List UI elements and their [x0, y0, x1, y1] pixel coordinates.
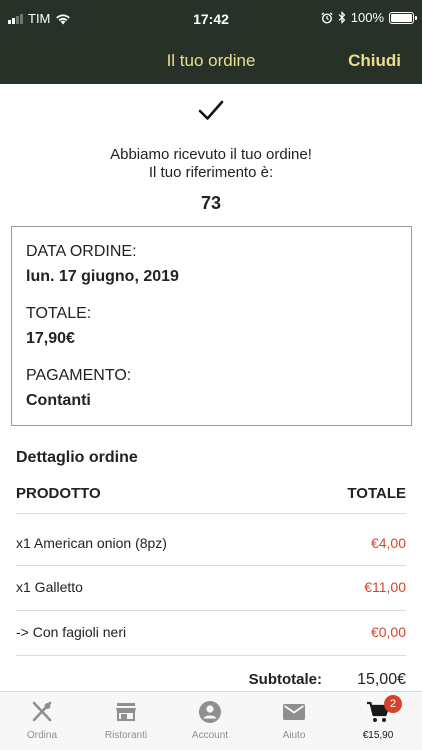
cart-badge: 2 [384, 695, 402, 713]
bluetooth-icon [338, 11, 346, 24]
column-header-total: TOTALE [347, 485, 406, 502]
battery-icon [389, 11, 417, 24]
order-total-value: 17,90€ [26, 330, 75, 347]
item-name: x1 American onion (8pz) [16, 535, 167, 551]
item-price: €4,00 [370, 535, 406, 551]
order-detail-title: Dettaglio ordine [16, 449, 138, 466]
column-header-product: PRODOTTO [16, 485, 101, 502]
app-header: TIM 17:42 100% Il tuo ordine Chiudi [0, 0, 422, 84]
tab-label: Aiuto [282, 730, 306, 741]
tab-bar: Ordina Ristoranti Account Aiuto 2 €15,90 [0, 691, 422, 750]
divider [16, 513, 406, 514]
subtotal-value: 15,00€ [357, 671, 406, 688]
order-item-row: x1 American onion (8pz) €4,00 [16, 535, 406, 555]
tab-label: Ristoranti [104, 730, 148, 741]
order-summary-box: DATA ORDINE: lun. 17 giugno, 2019 TOTALE… [11, 226, 412, 426]
divider [16, 565, 406, 566]
checkmark-icon [198, 100, 224, 120]
mail-icon [283, 704, 305, 720]
item-price: €11,00 [364, 579, 406, 595]
tab-label: €15,90 [362, 730, 394, 741]
order-date-value: lun. 17 giugno, 2019 [26, 268, 179, 285]
confirmation-message: Abbiamo ricevuto il tuo ordine! Il tuo r… [0, 146, 422, 182]
item-name: -> Con fagioli neri [16, 624, 127, 640]
order-item-row: x1 Galletto €11,00 [16, 579, 406, 599]
battery-percent: 100% [350, 10, 384, 25]
payment-label: PAGAMENTO: [26, 367, 132, 384]
order-total-label: TOTALE: [26, 305, 92, 322]
tab-aiuto[interactable]: Aiuto [252, 692, 336, 750]
cutlery-icon [32, 701, 52, 722]
divider [16, 655, 406, 656]
status-bar: TIM 17:42 100% [0, 0, 422, 40]
store-icon [116, 703, 136, 721]
item-name: x1 Galletto [16, 579, 83, 595]
confirmation-line-1: Abbiamo ricevuto il tuo ordine! [110, 146, 312, 163]
confirmation-line-2: Il tuo riferimento è: [148, 164, 274, 181]
order-item-row: -> Con fagioli neri €0,00 [16, 624, 406, 644]
item-price: €0,00 [370, 624, 406, 640]
payment-value: Contanti [26, 392, 91, 409]
tab-label: Account [191, 730, 229, 741]
order-reference: 73 [200, 193, 222, 213]
close-button[interactable]: Chiudi [348, 51, 401, 71]
tab-account[interactable]: Account [168, 692, 252, 750]
tab-label: Ordina [26, 730, 57, 741]
divider [16, 610, 406, 611]
tab-ordina[interactable]: Ordina [0, 692, 84, 750]
subtotal-label: Subtotale: [248, 671, 322, 688]
alarm-icon [321, 11, 333, 24]
tab-cart[interactable]: 2 €15,90 [336, 692, 420, 750]
status-right: 100% [321, 10, 417, 25]
order-date-label: DATA ORDINE: [26, 243, 137, 260]
tab-ristoranti[interactable]: Ristoranti [84, 692, 168, 750]
account-icon [199, 701, 221, 723]
